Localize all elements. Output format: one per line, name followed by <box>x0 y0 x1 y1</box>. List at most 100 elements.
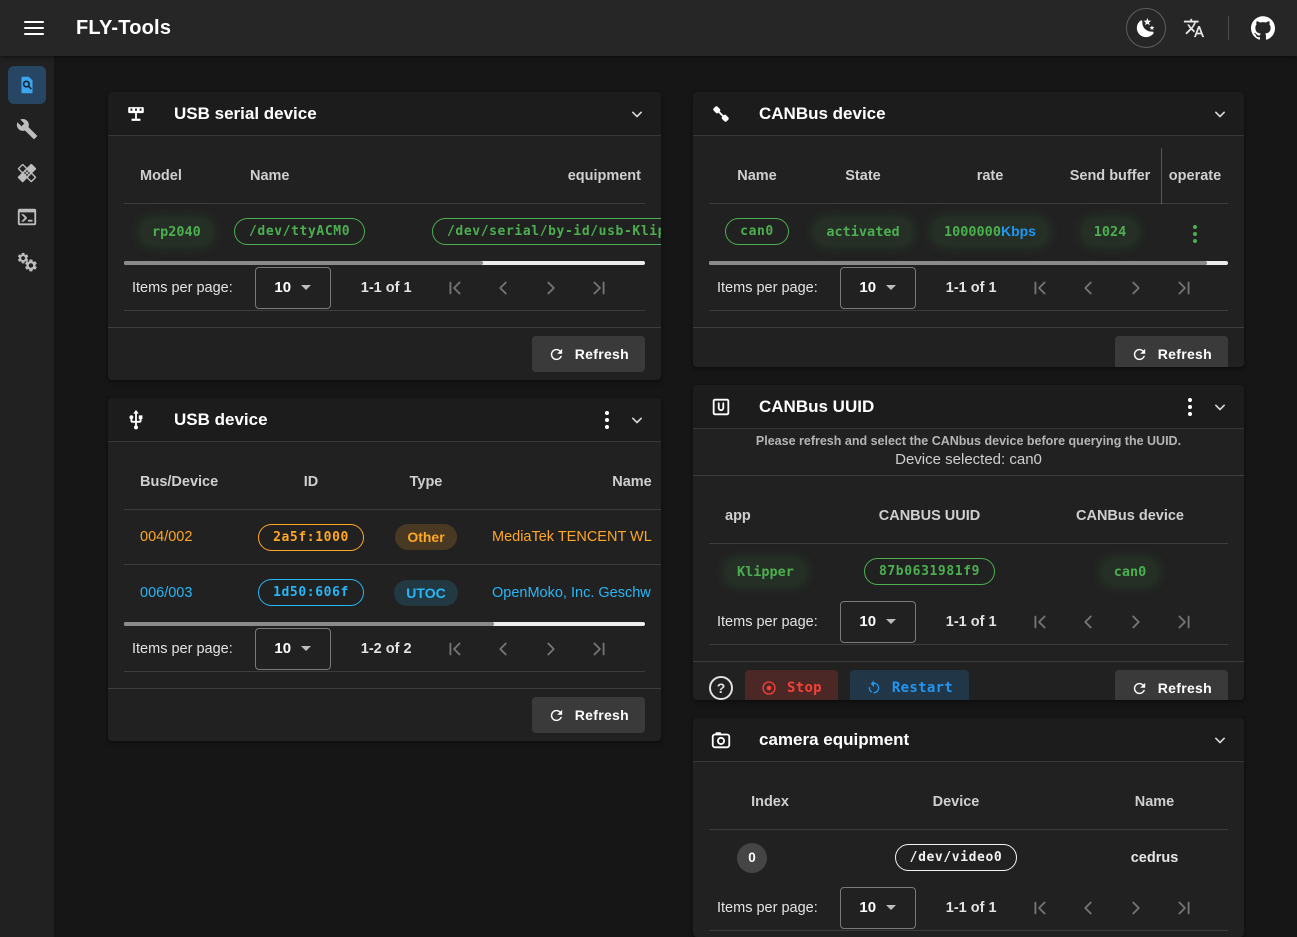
refresh-button[interactable]: Refresh <box>532 336 645 372</box>
data-cable-icon <box>709 103 733 125</box>
caret-down-icon <box>301 646 311 651</box>
usb-name-cell: MediaTek TENCENT WL <box>472 529 661 545</box>
items-per-page-label: Items per page: <box>717 280 818 296</box>
sidebar-item-tools[interactable] <box>8 110 46 148</box>
next-page-button[interactable] <box>540 638 562 660</box>
stop-button[interactable]: Stop <box>745 670 838 700</box>
prev-page-button[interactable] <box>492 277 514 299</box>
sidebar-item-terminal[interactable] <box>8 198 46 236</box>
next-page-button[interactable] <box>1125 897 1147 919</box>
prev-page-button[interactable] <box>1077 897 1099 919</box>
first-page-button[interactable] <box>444 638 466 660</box>
column-header: Model <box>124 168 234 184</box>
moon-stars-icon <box>1135 17 1157 39</box>
chevron-down-icon[interactable] <box>1210 104 1230 124</box>
last-page-button[interactable] <box>588 638 610 660</box>
refresh-button[interactable]: Refresh <box>532 697 645 733</box>
card-menu-button[interactable] <box>1184 394 1196 420</box>
menu-button[interactable] <box>14 8 54 48</box>
paginator: Items per page: 10 1-1 of 1 <box>709 885 1228 931</box>
horizontal-scrollbar[interactable] <box>709 261 1228 265</box>
stop-circle-icon <box>761 680 777 696</box>
video-device-pill: /dev/video0 <box>895 844 1018 871</box>
theme-toggle-button[interactable] <box>1126 8 1166 48</box>
items-per-page-select[interactable]: 10 <box>255 267 331 309</box>
prev-page-button[interactable] <box>492 638 514 660</box>
table-row: 006/003 1d50:606f UTOC OpenMoko, Inc. Ge… <box>124 565 661 620</box>
card-title: camera equipment <box>759 730 909 750</box>
canbus-device-card-header: CANBus device <box>693 92 1244 136</box>
chevron-down-icon[interactable] <box>627 410 647 430</box>
card-actions: Refresh <box>108 327 661 380</box>
items-per-page-select[interactable]: 10 <box>255 628 331 670</box>
last-page-button[interactable] <box>1173 897 1195 919</box>
sidebar-item-repair[interactable] <box>8 154 46 192</box>
card-title: USB device <box>174 410 268 430</box>
column-header: Name <box>1081 794 1228 810</box>
column-header: CANBus device <box>1032 508 1228 524</box>
language-button[interactable] <box>1174 8 1214 48</box>
gears-icon <box>15 249 39 273</box>
column-header: Name <box>472 474 661 490</box>
hamburger-icon <box>24 21 44 35</box>
refresh-icon <box>548 346 565 363</box>
usb-name-cell: OpenMoko, Inc. Geschw <box>472 585 661 601</box>
camera-name-cell: cedrus <box>1081 850 1228 866</box>
first-page-button[interactable] <box>1029 611 1051 633</box>
camera-icon <box>709 729 733 751</box>
paginator: Items per page: 10 1-1 of 1 <box>709 265 1228 311</box>
table-header-row: Bus/Device ID Type Name <box>124 454 661 510</box>
chevron-down-icon[interactable] <box>1210 730 1230 750</box>
first-page-button[interactable] <box>444 277 466 299</box>
prev-page-button[interactable] <box>1077 277 1099 299</box>
card-actions: Refresh <box>693 327 1244 367</box>
refresh-button[interactable]: Refresh <box>1115 670 1228 700</box>
app-title: FLY-Tools <box>76 17 171 40</box>
items-per-page-label: Items per page: <box>717 900 818 916</box>
last-page-button[interactable] <box>1173 277 1195 299</box>
column-header: Type <box>380 474 472 490</box>
rate-chip: 1000000Kbps <box>932 218 1048 245</box>
table-row: Klipper 87b0631981f9 can0 <box>709 544 1228 599</box>
page-range: 1-2 of 2 <box>361 641 412 657</box>
caret-down-icon <box>886 905 896 910</box>
device-name-pill: /dev/ttyACM0 <box>234 218 365 245</box>
first-page-button[interactable] <box>1029 897 1051 919</box>
column-header: Bus/Device <box>124 474 242 490</box>
card-menu-button[interactable] <box>601 407 613 433</box>
last-page-button[interactable] <box>1173 611 1195 633</box>
caret-down-icon <box>301 285 311 290</box>
next-page-button[interactable] <box>1125 611 1147 633</box>
type-chip: Other <box>395 524 456 550</box>
row-menu-button[interactable] <box>1189 221 1201 247</box>
table-row: can0 activated 1000000Kbps 1024 <box>709 204 1228 259</box>
paginator: Items per page: 10 1-2 of 2 <box>124 626 645 672</box>
serial-port-icon <box>124 103 148 125</box>
column-header: Device <box>831 794 1081 810</box>
next-page-button[interactable] <box>1125 277 1147 299</box>
page-range: 1-1 of 1 <box>946 900 997 916</box>
usb-id-pill: 1d50:606f <box>258 579 364 606</box>
next-page-button[interactable] <box>540 277 562 299</box>
canbus-uuid-card-header: CANBus UUID <box>693 385 1244 429</box>
help-icon[interactable]: ? <box>709 676 733 700</box>
bus-device-cell: 004/002 <box>124 529 242 545</box>
bandage-icon <box>16 162 38 184</box>
prev-page-button[interactable] <box>1077 611 1099 633</box>
table-header-row: Model Name equipment <box>124 148 645 204</box>
chevron-down-icon[interactable] <box>1210 397 1230 417</box>
sidebar-item-settings[interactable] <box>8 242 46 280</box>
refresh-button[interactable]: Refresh <box>1115 336 1228 367</box>
items-per-page-select[interactable]: 10 <box>840 887 916 929</box>
first-page-button[interactable] <box>1029 277 1051 299</box>
github-button[interactable] <box>1243 8 1283 48</box>
last-page-button[interactable] <box>588 277 610 299</box>
sidebar-item-device-query[interactable] <box>8 66 46 104</box>
table-row: 0 /dev/video0 cedrus <box>709 830 1228 885</box>
table-row: 004/002 2a5f:1000 Other MediaTek TENCENT… <box>124 510 661 565</box>
items-per-page-select[interactable]: 10 <box>840 601 916 643</box>
items-per-page-select[interactable]: 10 <box>840 267 916 309</box>
chevron-down-icon[interactable] <box>627 104 647 124</box>
restart-button[interactable]: Restart <box>850 670 969 700</box>
column-header: app <box>709 508 827 524</box>
